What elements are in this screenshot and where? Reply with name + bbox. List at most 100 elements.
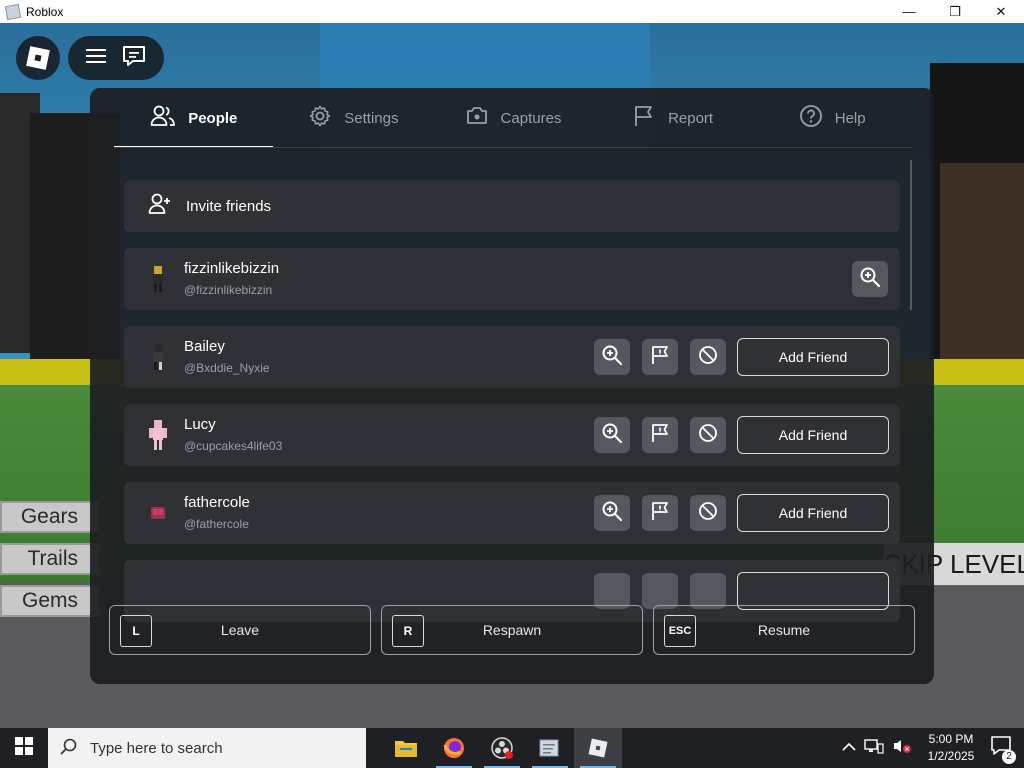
report-player-button[interactable] <box>642 417 678 453</box>
roblox-menu-button[interactable] <box>16 36 60 80</box>
tab-captures[interactable]: Captures <box>433 88 593 148</box>
menu-tabs: People Settings Captures Report Help <box>114 88 912 148</box>
flag-icon <box>649 344 671 371</box>
gears-button[interactable]: Gears <box>0 501 100 533</box>
avatar <box>138 493 178 533</box>
player-row: fathercole @fathercole Add Friend <box>124 482 900 544</box>
window-title-bar: Roblox — ❐ ✕ <box>0 0 1024 23</box>
player-row: Bailey @Bxddie_Nyxie Add Friend <box>124 326 900 388</box>
notifications-icon[interactable]: 2 <box>990 735 1016 764</box>
network-icon[interactable] <box>864 738 884 759</box>
gems-button[interactable]: Gems <box>0 585 100 617</box>
invite-friends-label: Invite friends <box>186 197 272 215</box>
tab-help-label: Help <box>834 109 866 127</box>
clock-date: 1/2/2025 <box>927 749 975 763</box>
window-title: Roblox <box>26 4 64 19</box>
taskbar-search[interactable]: Type here to search <box>48 728 366 768</box>
avatar <box>138 337 178 377</box>
tab-settings-label: Settings <box>344 109 399 127</box>
resume-button[interactable]: ESC Resume <box>653 605 915 655</box>
flag-icon <box>649 500 671 527</box>
taskbar: Type here to search 5:00 PM 1/2/2025 2 <box>0 728 1024 768</box>
system-tray: 5:00 PM 1/2/2025 2 <box>842 728 1024 768</box>
file-explorer-icon[interactable] <box>382 728 430 768</box>
clock[interactable]: 5:00 PM 1/2/2025 <box>920 731 982 765</box>
invite-friends-button[interactable]: Invite friends <box>124 180 900 232</box>
add-friend-button[interactable]: Add Friend <box>737 338 889 376</box>
zoom-icon <box>601 500 623 527</box>
tab-report[interactable]: Report <box>593 88 753 148</box>
player-name: Bailey <box>184 338 225 355</box>
block-icon <box>697 344 719 371</box>
block-player-button[interactable] <box>690 339 726 375</box>
scene-block <box>940 163 1024 363</box>
tab-settings[interactable]: Settings <box>274 88 434 148</box>
menu-actions: L Leave R Respawn ESC Resume <box>109 605 915 655</box>
block-player-button[interactable] <box>690 573 726 609</box>
inspect-button[interactable] <box>594 573 630 609</box>
minimize-button[interactable]: — <box>886 0 932 23</box>
game-menu-panel: People Settings Captures Report Help Inv… <box>90 88 934 684</box>
report-player-button[interactable] <box>642 339 678 375</box>
block-player-button[interactable] <box>690 417 726 453</box>
leave-button[interactable]: L Leave <box>109 605 371 655</box>
people-icon <box>150 105 176 131</box>
zoom-icon <box>601 344 623 371</box>
avatar <box>138 415 178 455</box>
top-controls-pill <box>68 36 164 80</box>
tabs-divider <box>114 147 912 148</box>
search-placeholder: Type here to search <box>90 739 223 757</box>
block-icon <box>697 422 719 449</box>
player-handle: @fathercole <box>184 517 249 531</box>
leave-label: Leave <box>220 622 260 638</box>
search-icon <box>60 737 78 759</box>
player-name: fathercole <box>184 494 250 511</box>
notepad-icon[interactable] <box>526 728 574 768</box>
firefox-icon[interactable] <box>430 728 478 768</box>
inspect-button[interactable] <box>852 261 888 297</box>
respawn-button[interactable]: R Respawn <box>381 605 643 655</box>
tab-captures-label: Captures <box>500 109 562 127</box>
windows-logo-icon <box>15 736 33 760</box>
player-row: Lucy @cupcakes4life03 Add Friend <box>124 404 900 466</box>
tab-people-label: People <box>188 109 238 127</box>
zoom-icon <box>859 266 881 293</box>
maximize-button[interactable]: ❐ <box>932 0 978 23</box>
player-row: fizzinlikebizzin @fizzinlikebizzin <box>124 248 900 310</box>
key-hint: ESC <box>664 615 696 647</box>
respawn-label: Respawn <box>482 622 542 638</box>
tab-help[interactable]: Help <box>752 88 912 148</box>
camera-icon <box>465 105 489 131</box>
inspect-button[interactable] <box>594 339 630 375</box>
close-button[interactable]: ✕ <box>978 0 1024 23</box>
block-player-button[interactable] <box>690 495 726 531</box>
tab-people[interactable]: People <box>114 88 274 148</box>
hamburger-icon[interactable] <box>85 47 107 70</box>
start-button[interactable] <box>0 728 48 768</box>
scrollbar[interactable] <box>910 160 912 310</box>
clock-time: 5:00 PM <box>928 732 974 746</box>
key-hint: L <box>120 615 152 647</box>
obs-icon[interactable] <box>478 728 526 768</box>
chevron-up-icon[interactable] <box>842 739 856 757</box>
roblox-icon[interactable] <box>574 728 622 768</box>
inspect-button[interactable] <box>594 417 630 453</box>
chat-icon[interactable] <box>121 44 147 73</box>
report-player-button[interactable] <box>642 495 678 531</box>
flag-icon <box>632 104 656 132</box>
add-friend-button[interactable]: Add Friend <box>737 416 889 454</box>
flag-icon <box>649 422 671 449</box>
report-player-button[interactable] <box>642 573 678 609</box>
trails-button[interactable]: Trails <box>0 543 100 575</box>
zoom-icon <box>601 422 623 449</box>
add-friend-button[interactable]: Add Friend <box>737 494 889 532</box>
key-hint: R <box>392 615 424 647</box>
notification-count: 2 <box>1002 749 1016 764</box>
roblox-app-icon <box>4 3 22 20</box>
player-handle: @fizzinlikebizzin <box>184 283 273 297</box>
people-list: Invite friends fizzinlikebizzin @fizzinl… <box>124 180 900 672</box>
gear-icon <box>308 104 332 132</box>
block-icon <box>697 500 719 527</box>
inspect-button[interactable] <box>594 495 630 531</box>
volume-muted-icon[interactable] <box>892 738 912 759</box>
